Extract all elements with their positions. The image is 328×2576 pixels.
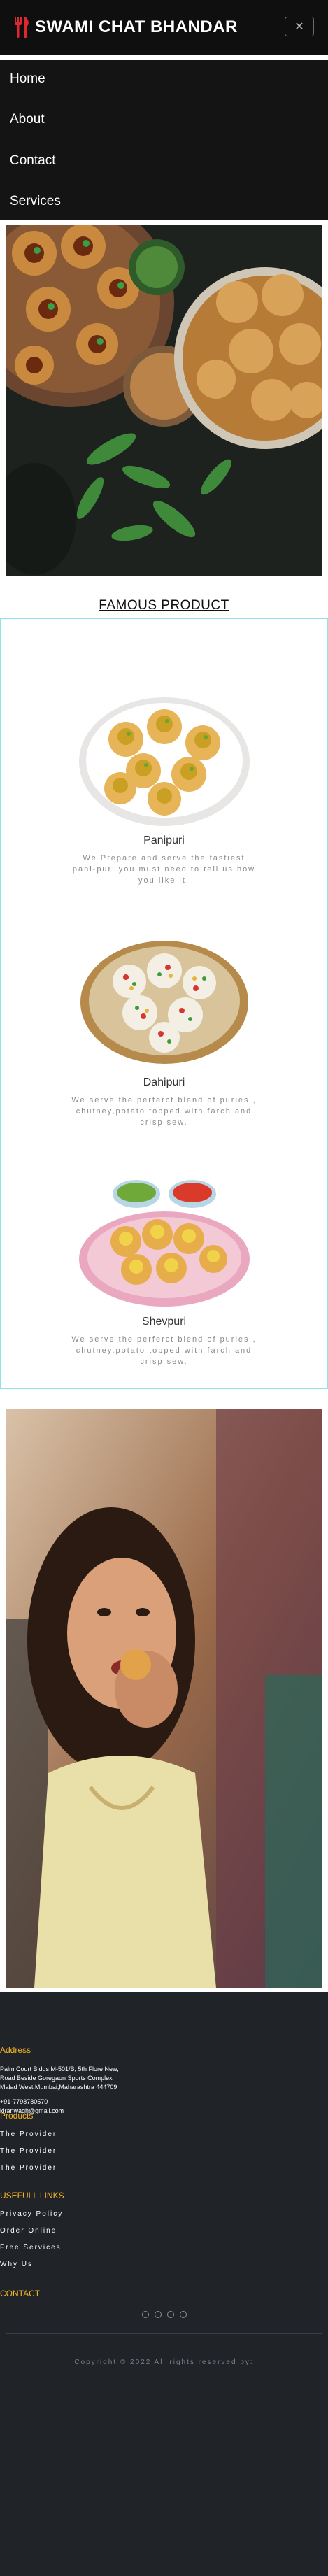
brand[interactable]: SWAMI CHAT BHANDAR bbox=[13, 15, 238, 39]
copyright-text: Copyright © 2022 All rights reserved by: bbox=[74, 2358, 254, 2366]
product-name: Shevpuri bbox=[141, 1316, 187, 1328]
contact-heading: CONTACT bbox=[0, 2289, 41, 2298]
footer-product-link[interactable]: The Provider bbox=[0, 2143, 328, 2160]
google-icon[interactable] bbox=[166, 2311, 174, 2318]
footer-useful-links: USEFULL LINKS Privacy Policy Order Onlin… bbox=[0, 2191, 328, 2273]
privacy-policy-link[interactable]: Privacy Policy bbox=[0, 2206, 328, 2223]
footer-product-link[interactable]: The Provider bbox=[0, 2160, 328, 2177]
address-line: Road Beside Goregaon Sports Complex bbox=[0, 2075, 113, 2082]
nav-toggle-button[interactable]: ✕ bbox=[285, 17, 314, 36]
product-card-shevpuri[interactable]: Shevpuri We serve the perferct blend of … bbox=[1, 1172, 327, 1367]
famous-product-title: FAMOUS PRODUCT bbox=[99, 598, 229, 613]
address-line: Malad West,Mumbai,Maharashtra 444709 bbox=[0, 2084, 117, 2091]
panipuri-image bbox=[78, 697, 250, 826]
product-description: We serve the perferct blend of puries , … bbox=[71, 1335, 257, 1366]
brand-name: SWAMI CHAT BHANDAR bbox=[35, 17, 238, 36]
address-heading: Address bbox=[0, 2045, 31, 2055]
nav-item-services[interactable]: Services bbox=[10, 194, 61, 209]
nav-item-about[interactable]: About bbox=[10, 112, 45, 127]
address-line: Palm Court Bldgs M-501/B, 5th Flore New, bbox=[0, 2065, 119, 2072]
product-name: Panipuri bbox=[143, 834, 185, 846]
nav-item-contact[interactable]: Contact bbox=[10, 153, 55, 169]
product-name: Dahipuri bbox=[143, 1076, 185, 1088]
fork-knife-icon bbox=[15, 17, 29, 38]
github-icon[interactable] bbox=[179, 2311, 187, 2318]
girl-eating-panipuri-image bbox=[6, 1409, 322, 1988]
footer-product-link[interactable]: The Provider bbox=[0, 2126, 328, 2143]
phone-number[interactable]: +91-7798780570 bbox=[0, 2098, 328, 2107]
shevpuri-image bbox=[78, 1180, 250, 1307]
footer-products: Products The Provider The Provider The P… bbox=[0, 2111, 328, 2177]
top-navbar: SWAMI CHAT BHANDAR ✕ bbox=[0, 0, 328, 55]
products-heading: Products bbox=[0, 2111, 34, 2121]
footer-divider bbox=[6, 2333, 322, 2334]
facebook-icon[interactable] bbox=[154, 2311, 162, 2318]
footer-address: Address Palm Court Bldgs M-501/B, 5th Fl… bbox=[0, 2045, 328, 2116]
products-section: Panipuri We Prepare and serve the tastie… bbox=[0, 618, 328, 1389]
nav-item-home[interactable]: Home bbox=[10, 71, 45, 87]
nav-menu: Home About Contact Services bbox=[0, 60, 328, 220]
product-card-dahipuri[interactable]: Dahipuri We serve the perferct blend of … bbox=[1, 932, 327, 1128]
social-icons bbox=[0, 2311, 328, 2318]
hero-food-image bbox=[6, 225, 322, 576]
useful-links-heading: USEFULL LINKS bbox=[0, 2191, 64, 2200]
dahipuri-image bbox=[80, 941, 248, 1064]
product-description: We serve the perferct blend of puries , … bbox=[71, 1096, 257, 1127]
order-online-link[interactable]: Order Online bbox=[0, 2223, 328, 2240]
instagram-icon[interactable] bbox=[141, 2311, 149, 2318]
free-services-link[interactable]: Free Services bbox=[0, 2240, 328, 2256]
footer-contact: CONTACT bbox=[0, 2289, 328, 2318]
product-description: We Prepare and serve the tastiest pani-p… bbox=[72, 854, 256, 885]
close-icon: ✕ bbox=[294, 21, 304, 33]
why-us-link[interactable]: Why Us bbox=[0, 2256, 328, 2273]
product-card-panipuri[interactable]: Panipuri We Prepare and serve the tastie… bbox=[1, 690, 327, 886]
